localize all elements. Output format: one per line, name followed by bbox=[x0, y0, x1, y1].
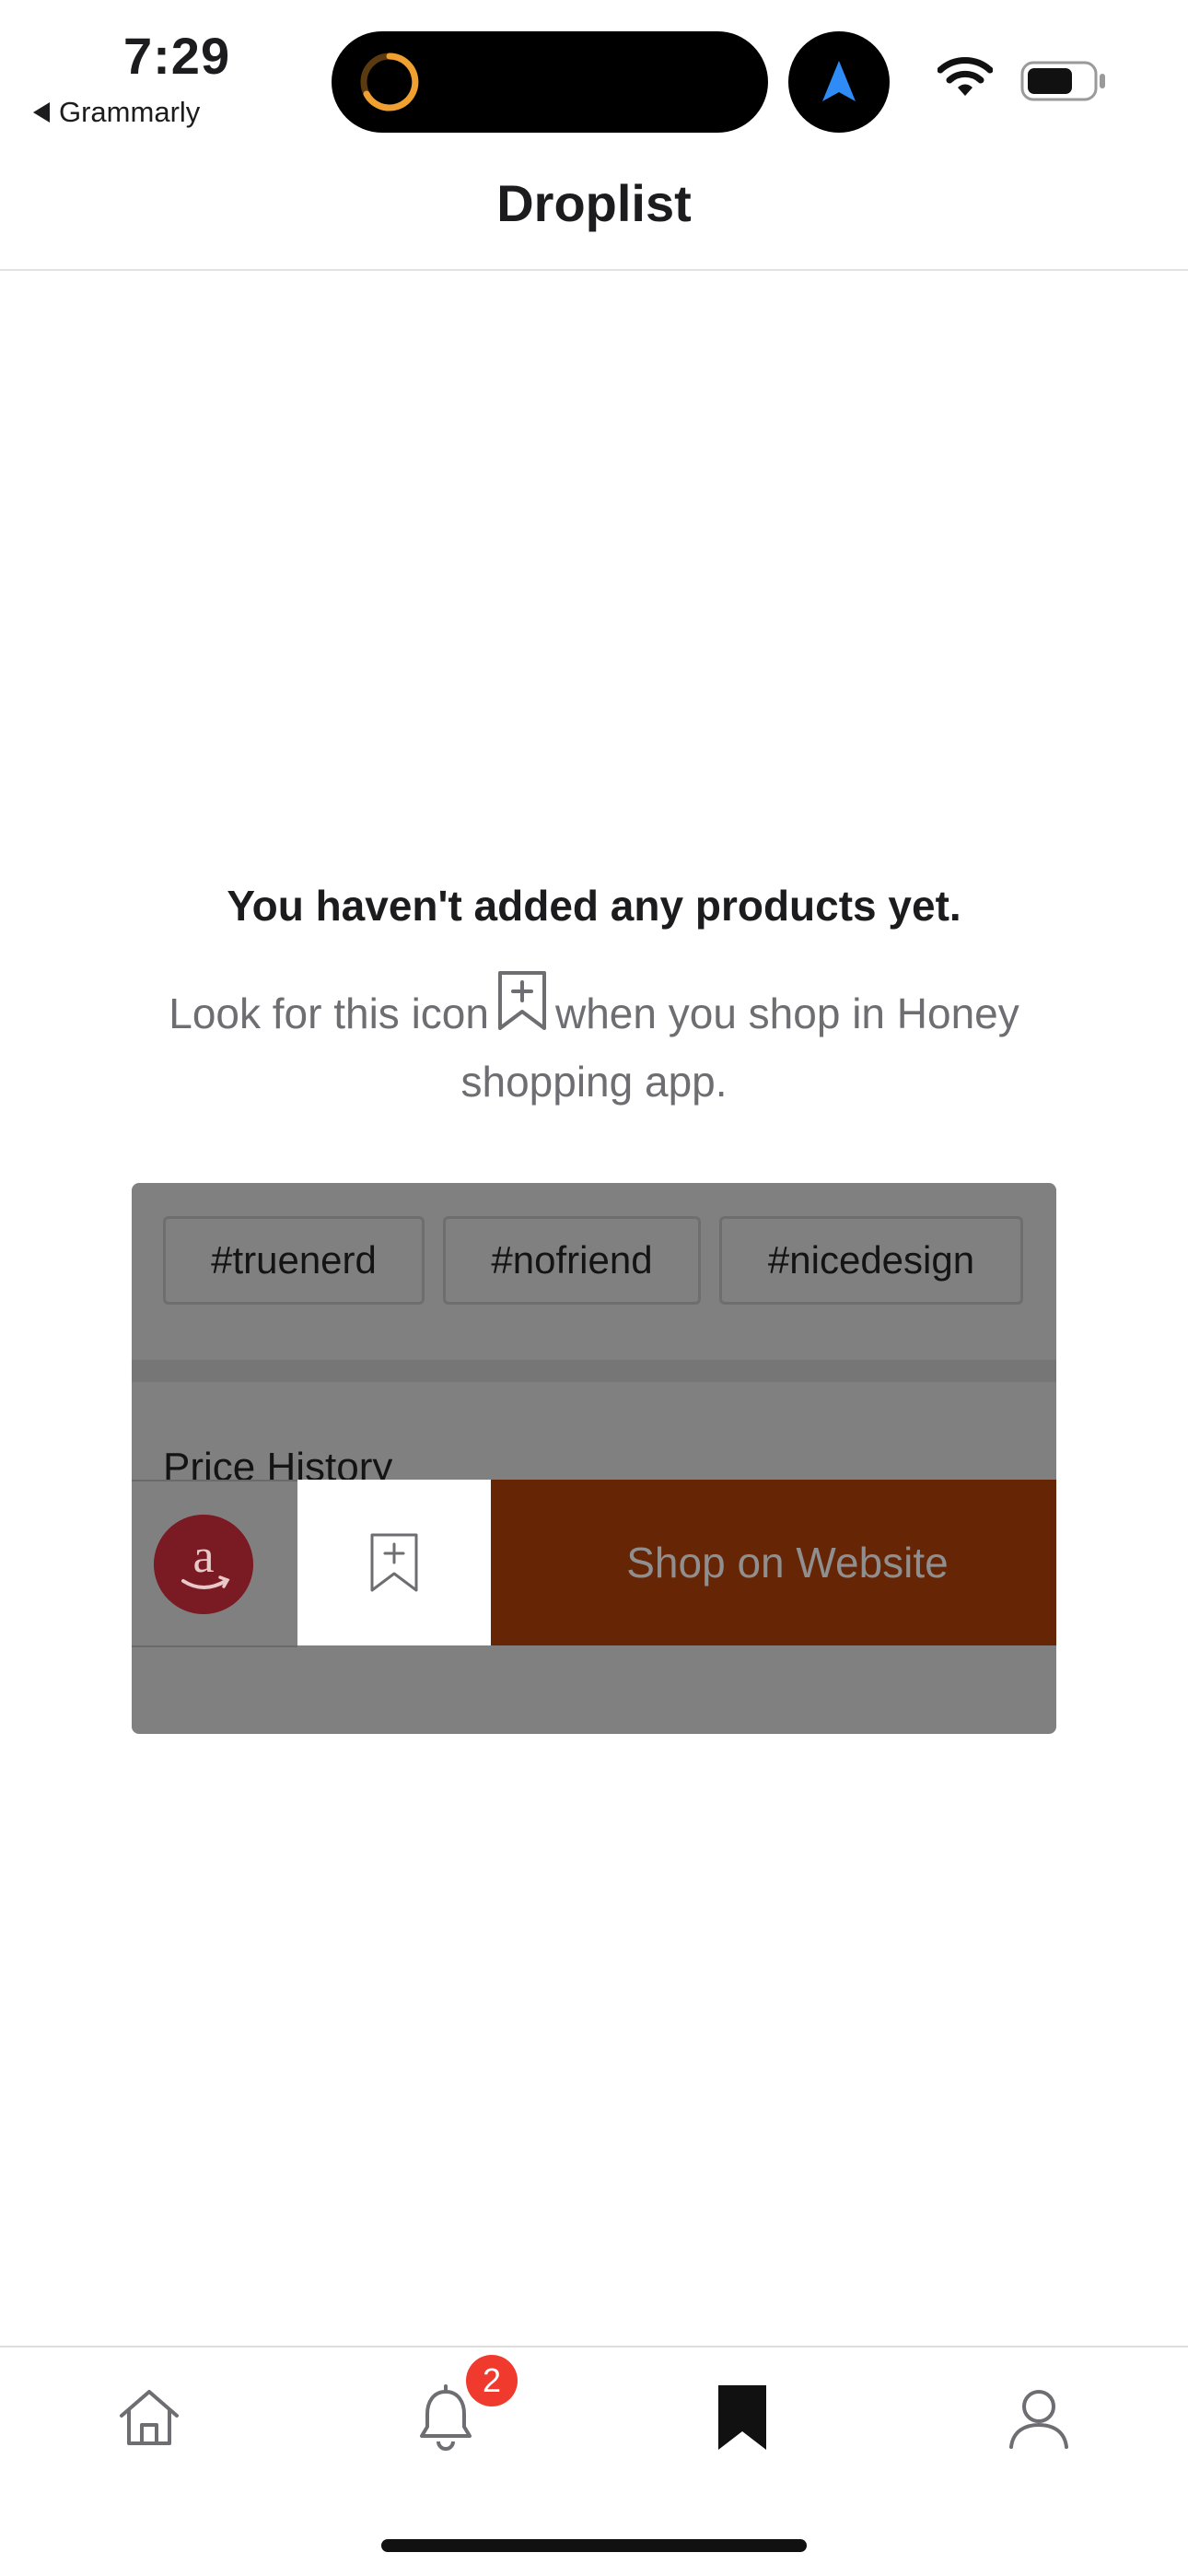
page-title: Droplist bbox=[496, 174, 692, 232]
empty-state-title: You haven't added any products yet. bbox=[227, 882, 961, 930]
bell-icon bbox=[420, 2384, 472, 2451]
tab-profile[interactable] bbox=[993, 2371, 1085, 2464]
price-history-label: Price History bbox=[163, 1445, 393, 1485]
shop-on-website-button: Shop on Website bbox=[491, 1480, 1056, 1645]
svg-text:a: a bbox=[192, 1530, 214, 1583]
bookmark-add-icon bbox=[497, 971, 546, 1030]
tag-chip: #nofriend bbox=[443, 1216, 701, 1305]
demo-illustration: #truenerd #nofriend #nicedesign Price Hi… bbox=[132, 1183, 1056, 1734]
save-to-droplist-button bbox=[297, 1480, 491, 1645]
navigation-arrow-icon bbox=[822, 61, 856, 101]
back-to-app-link[interactable]: Grammarly bbox=[33, 96, 200, 129]
hint-text-before: Look for this icon bbox=[169, 989, 489, 1037]
bookmark-add-icon bbox=[370, 1533, 418, 1592]
person-icon bbox=[1009, 2390, 1068, 2449]
battery-icon bbox=[1020, 61, 1105, 101]
shop-bar: a Shop on Website bbox=[132, 1480, 1056, 1647]
home-indicator[interactable] bbox=[381, 2539, 807, 2552]
back-triangle-icon bbox=[33, 102, 50, 123]
back-app-label: Grammarly bbox=[59, 96, 201, 128]
tag-list: #truenerd #nofriend #nicedesign bbox=[163, 1216, 1023, 1305]
status-time: 7:29 bbox=[123, 27, 231, 85]
empty-state-hint: Look for this icon when you shop in Hone… bbox=[147, 969, 1041, 1116]
section-divider bbox=[132, 1360, 1056, 1382]
home-icon bbox=[120, 2390, 179, 2445]
tab-home[interactable] bbox=[103, 2371, 195, 2464]
header-divider bbox=[0, 269, 1188, 271]
activity-ring-icon bbox=[360, 53, 419, 111]
dynamic-island bbox=[332, 31, 768, 133]
navigation-bubble bbox=[788, 31, 890, 133]
tag-chip: #nicedesign bbox=[719, 1216, 1023, 1305]
alerts-badge: 2 bbox=[466, 2355, 518, 2406]
tag-chip: #truenerd bbox=[163, 1216, 425, 1305]
amazon-logo-icon: a bbox=[154, 1515, 253, 1614]
store-cell: a bbox=[132, 1480, 297, 1647]
bookmark-icon bbox=[718, 2385, 766, 2450]
wifi-icon bbox=[938, 57, 993, 96]
tab-droplist[interactable] bbox=[696, 2371, 788, 2464]
tab-bar-divider bbox=[0, 2346, 1188, 2348]
